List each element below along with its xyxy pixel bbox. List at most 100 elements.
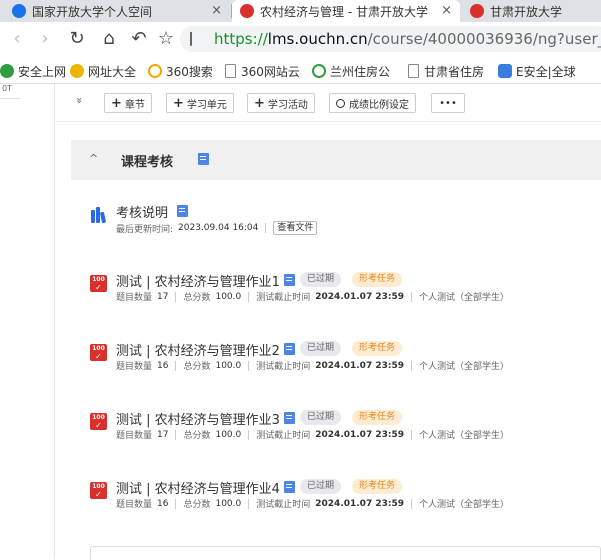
- item-title[interactable]: 考核说明: [116, 202, 168, 221]
- deadline-value: 2024.01.07 23:59: [315, 429, 404, 440]
- test-icon: 100: [90, 275, 107, 292]
- document-icon[interactable]: [198, 153, 209, 165]
- left-panel-fragment: 0T: [2, 84, 12, 93]
- divider: [175, 498, 177, 509]
- list-item-test-1[interactable]: 100 测试 | 农村经济与管理作业1 已过期 形考任务 题目数量 17 总分数…: [90, 271, 590, 307]
- divider: [248, 291, 250, 302]
- document-icon[interactable]: [284, 343, 295, 355]
- total-score-label: 总分数: [183, 293, 211, 303]
- bookmark-lanzhou-housing[interactable]: 兰州住房公: [312, 62, 398, 80]
- deadline-value: 2024.01.07 23:59: [315, 360, 404, 371]
- left-panel: 0T: [0, 84, 55, 559]
- list-item-test-2[interactable]: 100 测试 | 农村经济与管理作业2 已过期 形考任务 题目数量 16 总分数…: [90, 340, 590, 376]
- test-scope: 个人测试（全部学生）: [418, 500, 509, 510]
- bookmark-url-directory[interactable]: 网址大全: [70, 62, 136, 80]
- star-icon[interactable]: ☆: [155, 28, 177, 50]
- test-scope: 个人测试（全部学生）: [418, 293, 509, 303]
- question-count-label: 题目数量: [116, 500, 153, 510]
- formative-task-badge: 形考任务: [352, 479, 403, 494]
- item-title[interactable]: 测试 | 农村经济与管理作业2: [116, 340, 280, 359]
- bookmark-label: 甘肃省住房: [424, 64, 485, 79]
- button-label: 成绩比例设定: [349, 99, 409, 111]
- add-unit-button[interactable]: + 学习单元: [166, 93, 234, 113]
- close-tab-icon[interactable]: ×: [211, 3, 222, 18]
- plus-icon: +: [173, 95, 184, 111]
- next-section-card: [90, 546, 601, 560]
- url-host: lms.ouchn.cn: [267, 30, 368, 48]
- grade-ratio-button[interactable]: 成绩比例设定: [329, 93, 416, 113]
- view-file-button[interactable]: 查看文件: [273, 221, 318, 235]
- question-count-label: 题目数量: [116, 293, 153, 303]
- books-icon: [90, 206, 107, 224]
- section-header[interactable]: ^ 课程考核: [71, 140, 601, 180]
- item-meta: 题目数量 17 总分数 100.0 测试截止时间 2024.01.07 23:5…: [116, 428, 509, 441]
- button-label: 学习活动: [267, 99, 308, 111]
- bookmark-safe-browsing[interactable]: 安全上网: [0, 62, 66, 80]
- bookmark-360-cloud[interactable]: 360网站云: [225, 62, 303, 80]
- item-title[interactable]: 测试 | 农村经济与管理作业3: [116, 409, 280, 428]
- section-title: 课程考核: [121, 155, 174, 170]
- add-chapter-button[interactable]: + 章节: [104, 93, 152, 113]
- button-label: 章节: [124, 99, 145, 111]
- undo-icon[interactable]: ↶: [128, 28, 150, 50]
- tab-gansu-open-university[interactable]: 甘肃开放大学: [462, 0, 601, 22]
- 360-search-icon: [148, 64, 162, 78]
- url-directory-icon: [70, 64, 84, 78]
- divider: [0, 98, 20, 99]
- question-count-value: 16: [157, 498, 169, 509]
- item-meta: 题目数量 17 总分数 100.0 测试截止时间 2024.01.07 23:5…: [116, 290, 509, 303]
- item-title[interactable]: 测试 | 农村经济与管理作业4: [116, 478, 280, 497]
- gauge-icon: [336, 98, 345, 108]
- bookmark-360-search[interactable]: 360搜索: [148, 62, 213, 80]
- question-count-label: 题目数量: [116, 362, 153, 372]
- more-button[interactable]: •••: [431, 93, 465, 113]
- bookmark-gansu-housing[interactable]: 甘肃省住房: [408, 62, 488, 80]
- bookmarks-bar: 安全上网 网址大全 360搜索 360网站云 兰州住房公 甘肃省住房 E安全|全…: [0, 56, 601, 84]
- document-icon[interactable]: [284, 274, 295, 286]
- add-activity-button[interactable]: + 学习活动: [247, 93, 315, 113]
- url-path: /course/40000036936/ng?user_no: [367, 30, 601, 48]
- collapse-caret-icon[interactable]: ^: [89, 152, 98, 165]
- total-score-value: 100.0: [215, 291, 242, 302]
- total-score-label: 总分数: [183, 362, 211, 372]
- document-icon[interactable]: [284, 481, 295, 493]
- expired-badge: 已过期: [300, 272, 342, 287]
- reload-icon[interactable]: ↻: [66, 28, 88, 50]
- deadline-label: 测试截止时间: [256, 431, 311, 441]
- list-item-test-4[interactable]: 100 测试 | 农村经济与管理作业4 已过期 形考任务 题目数量 16 总分数…: [90, 478, 590, 514]
- browser-toolbar: ‹ › ↻ ⌂ ↶ ☆ https:// lms.ouchn.cn /cours…: [0, 22, 601, 56]
- plus-icon: +: [111, 95, 122, 111]
- deadline-label: 测试截止时间: [256, 362, 311, 372]
- tab-course-active[interactable]: 农村经济与管理 - 甘肃开放大学 ×: [232, 0, 460, 22]
- test-icon: 100: [90, 482, 107, 499]
- collapse-all-icon[interactable]: »: [73, 97, 86, 104]
- divider: [410, 498, 412, 509]
- divider: [175, 429, 177, 440]
- tab-divider: [231, 4, 232, 18]
- divider: [175, 360, 177, 371]
- tab-label: 国家开放大学个人空间: [32, 4, 153, 19]
- button-label: 学习单元: [186, 99, 227, 111]
- close-tab-icon[interactable]: ×: [441, 3, 452, 18]
- safe-browsing-icon: [0, 64, 14, 78]
- formative-task-badge: 形考任务: [352, 272, 403, 287]
- school-logo-icon: [240, 4, 254, 18]
- item-title[interactable]: 测试 | 农村经济与管理作业1: [116, 271, 280, 290]
- expired-badge: 已过期: [300, 341, 342, 356]
- tab-label: 农村经济与管理 - 甘肃开放大学: [260, 4, 428, 19]
- bookmark-e-security[interactable]: E安全|全球: [498, 62, 601, 80]
- list-item-test-3[interactable]: 100 测试 | 农村经济与管理作业3 已过期 形考任务 题目数量 17 总分数…: [90, 409, 590, 445]
- total-score-value: 100.0: [215, 429, 242, 440]
- home-icon[interactable]: ⌂: [98, 28, 120, 50]
- document-icon[interactable]: [284, 412, 295, 424]
- document-icon[interactable]: [177, 205, 188, 217]
- forward-icon[interactable]: ›: [34, 28, 56, 50]
- deadline-label: 测试截止时间: [256, 500, 311, 510]
- tab-personal-space[interactable]: 国家开放大学个人空间 ×: [0, 0, 230, 22]
- divider: [175, 291, 177, 302]
- back-icon[interactable]: ‹: [6, 28, 28, 50]
- item-meta: 最后更新时间: 2023.09.04 16:04 查看文件: [116, 221, 318, 235]
- address-bar[interactable]: https:// lms.ouchn.cn /course/4000003693…: [180, 26, 601, 52]
- bookmark-label: 兰州住房公: [330, 64, 391, 79]
- list-item-assessment-guide[interactable]: 考核说明 最后更新时间: 2023.09.04 16:04 查看文件: [90, 202, 590, 238]
